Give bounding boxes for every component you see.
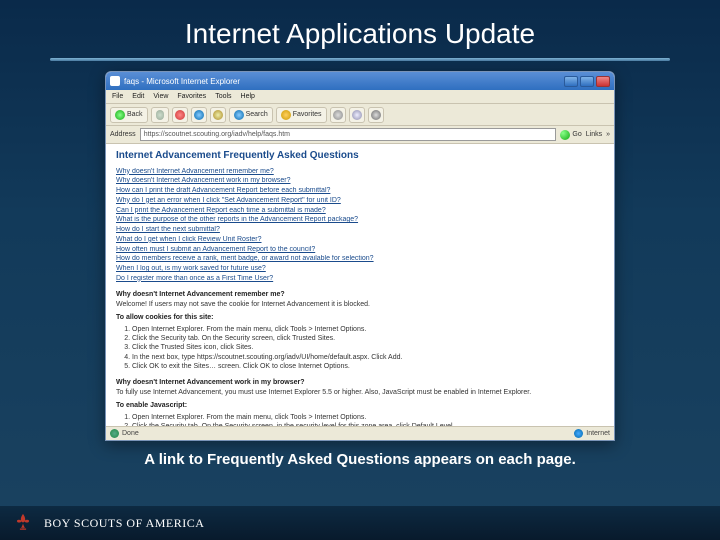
go-button[interactable]: Go: [560, 130, 581, 140]
step-item: Open Internet Explorer. From the main me…: [132, 326, 604, 335]
page-content: Internet Advancement Frequently Asked Qu…: [106, 144, 614, 426]
toc-link[interactable]: Why doesn't Internet Advancement work in…: [116, 177, 604, 186]
menu-favorites[interactable]: Favorites: [177, 93, 206, 100]
history-button[interactable]: [330, 107, 346, 123]
search-icon: [234, 110, 244, 120]
stop-icon: [175, 110, 185, 120]
menu-file[interactable]: File: [112, 93, 123, 100]
print-icon: [371, 110, 381, 120]
menu-tools[interactable]: Tools: [215, 93, 231, 100]
stop-button[interactable]: [172, 107, 188, 123]
toc-link[interactable]: When I log out, is my work saved for fut…: [116, 265, 604, 274]
go-label: Go: [572, 131, 581, 138]
toc-link[interactable]: Why doesn't Internet Advancement remembe…: [116, 168, 604, 177]
slide-title: Internet Applications Update: [0, 0, 720, 58]
titlebar: faqs - Microsoft Internet Explorer: [106, 72, 614, 90]
forward-button[interactable]: [151, 107, 169, 123]
footer: BOY SCOUTS OF AMERICA: [0, 506, 720, 540]
address-input[interactable]: https://scoutnet.scouting.org/iadv/help/…: [140, 128, 557, 141]
toc-link[interactable]: How often must I submit an Advancement R…: [116, 246, 604, 255]
section-subhead: To allow cookies for this site:: [116, 314, 604, 323]
toc-link[interactable]: Do I register more than once as a First …: [116, 275, 604, 284]
forward-icon: [156, 110, 164, 120]
status-text: Done: [122, 430, 139, 437]
back-icon: [115, 110, 125, 120]
done-icon: [110, 429, 119, 438]
maximize-button[interactable]: [580, 76, 594, 87]
slide-caption: A link to Frequently Asked Questions app…: [0, 451, 720, 468]
favorites-label: Favorites: [293, 111, 322, 118]
go-icon: [560, 130, 570, 140]
step-item: Open Internet Explorer. From the main me…: [132, 414, 604, 423]
toc-link[interactable]: Can I print the Advancement Report each …: [116, 207, 604, 216]
zone-icon: [574, 429, 583, 438]
home-icon: [213, 110, 223, 120]
toolbar: Back Search Favorites: [106, 104, 614, 126]
history-icon: [333, 110, 343, 120]
print-button[interactable]: [368, 107, 384, 123]
refresh-icon: [194, 110, 204, 120]
close-button[interactable]: [596, 76, 610, 87]
menu-view[interactable]: View: [153, 93, 168, 100]
toc-link[interactable]: How do I start the next submittal?: [116, 226, 604, 235]
toc-link[interactable]: How do members receive a rank, merit bad…: [116, 255, 604, 264]
menu-help[interactable]: Help: [241, 93, 255, 100]
section-subhead: To enable Javascript:: [116, 402, 604, 411]
page-heading: Internet Advancement Frequently Asked Qu…: [116, 150, 604, 163]
title-underline: [50, 58, 670, 61]
section-question: Why doesn't Internet Advancement work in…: [116, 379, 604, 388]
step-item: Click the Trusted Sites icon, click Site…: [132, 344, 604, 353]
links-chevron[interactable]: »: [606, 131, 610, 138]
browser-window: faqs - Microsoft Internet Explorer File …: [105, 71, 615, 441]
ie-icon: [110, 76, 120, 86]
menubar: File Edit View Favorites Tools Help: [106, 90, 614, 104]
minimize-button[interactable]: [564, 76, 578, 87]
refresh-button[interactable]: [191, 107, 207, 123]
mail-icon: [352, 110, 362, 120]
toc-link[interactable]: Why do I get an error when I click "Set …: [116, 197, 604, 206]
section-intro: To fully use Internet Advancement, you m…: [116, 389, 604, 398]
fleur-de-lis-icon: [12, 512, 34, 534]
statusbar: Done Internet: [106, 426, 614, 440]
window-title: faqs - Microsoft Internet Explorer: [124, 77, 564, 86]
brand-text: BOY SCOUTS OF AMERICA: [44, 516, 204, 531]
favorites-button[interactable]: Favorites: [276, 107, 327, 123]
section-question: Why doesn't Internet Advancement remembe…: [116, 291, 604, 300]
search-button[interactable]: Search: [229, 107, 273, 123]
step-item: In the next box, type https://scoutnet.s…: [132, 354, 604, 363]
links-label[interactable]: Links: [586, 131, 602, 138]
toc-link[interactable]: What is the purpose of the other reports…: [116, 216, 604, 225]
search-label: Search: [246, 111, 268, 118]
step-item: Click the Security tab. On the Security …: [132, 335, 604, 344]
back-button[interactable]: Back: [110, 107, 148, 123]
menu-edit[interactable]: Edit: [132, 93, 144, 100]
section-intro: Welcome! If users may not save the cooki…: [116, 301, 604, 310]
toc-link[interactable]: What do I get when I click Review Unit R…: [116, 236, 604, 245]
home-button[interactable]: [210, 107, 226, 123]
zone-text: Internet: [586, 430, 610, 437]
steps-list: Open Internet Explorer. From the main me…: [132, 414, 604, 426]
star-icon: [281, 110, 291, 120]
toc-link[interactable]: How can I print the draft Advancement Re…: [116, 187, 604, 196]
address-label: Address: [110, 131, 136, 138]
back-label: Back: [127, 111, 143, 118]
steps-list: Open Internet Explorer. From the main me…: [132, 326, 604, 372]
step-item: Click OK to exit the Sites… screen. Clic…: [132, 363, 604, 372]
mail-button[interactable]: [349, 107, 365, 123]
addressbar: Address https://scoutnet.scouting.org/ia…: [106, 126, 614, 144]
